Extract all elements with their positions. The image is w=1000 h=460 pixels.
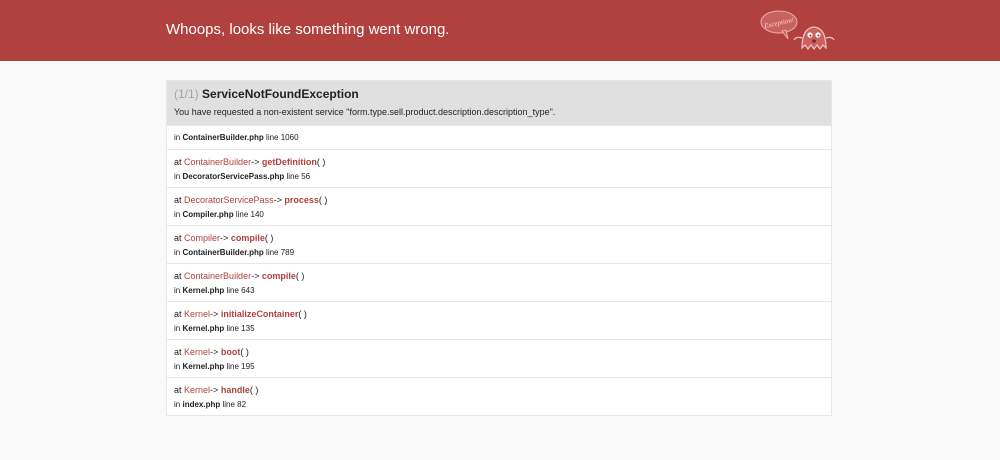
trace-file: ContainerBuilder.php [182,133,264,142]
trace-call: at ContainerBuilder-> compile( ) [174,271,305,281]
trace-line-number: 140 [250,210,264,219]
trace-call: at DecoratorServicePass-> process( ) [174,195,328,205]
error-header: Whoops, looks like something went wrong.… [0,0,1000,61]
trace-line-number: 56 [301,172,311,181]
page-title: Whoops, looks like something went wrong. [166,21,450,38]
exception-message: You have requested a non-existent servic… [174,107,556,117]
exception-name: ServiceNotFoundException [202,87,359,101]
trace-method: process [284,195,319,205]
trace-class: Kernel [184,309,211,319]
trace-file: index.php [182,400,221,409]
trace-call: at Kernel-> initializeContainer( ) [174,309,307,319]
trace-file-line: in ContainerBuilder.php line 1060 [174,133,299,142]
trace-method: handle [220,385,250,395]
trace-method: getDefinition [261,157,317,167]
trace-class: Kernel [184,385,211,395]
trace-call: at Kernel-> handle( ) [174,385,259,395]
trace-row: at Kernel-> boot( ) in Kernel.php line 1… [167,339,831,377]
trace-file-line: in Kernel.php line 195 [174,362,255,371]
trace-class: ContainerBuilder [184,271,252,281]
exception-summary: (1/1) ServiceNotFoundException You have … [167,81,831,125]
trace-file: DecoratorServicePass.php [182,172,285,181]
trace-file: Compiler.php [182,210,234,219]
trace-line-number: 82 [237,400,247,409]
trace-row: at DecoratorServicePass-> process( ) in … [167,187,831,225]
trace-line-number: 789 [280,248,295,257]
trace-call: at Compiler-> compile( ) [174,233,274,243]
trace-class: Compiler [184,233,221,243]
trace-method: initializeContainer [220,309,299,319]
trace-row: at Kernel-> handle( ) in index.php line … [167,377,831,415]
trace-file-line: in Kernel.php line 135 [174,324,255,333]
trace-class: Kernel [184,347,211,357]
trace-method: boot [220,347,241,357]
exception-count: (1/1) [174,87,199,101]
trace-row: at ContainerBuilder-> compile( ) in Kern… [167,263,831,301]
trace-file: Kernel.php [182,362,225,371]
trace-class: DecoratorServicePass [184,195,274,205]
exception-panel: (1/1) ServiceNotFoundException You have … [166,80,832,416]
trace-line-number: 135 [241,324,255,333]
trace-method: compile [230,233,265,243]
trace-method: compile [261,271,296,281]
exception-title: (1/1) ServiceNotFoundException [174,87,359,101]
trace-line-number: 1060 [280,133,299,142]
trace-file: ContainerBuilder.php [182,248,264,257]
trace-line-number: 195 [241,362,255,371]
trace-line-number: 643 [241,286,255,295]
trace-file-line: in Kernel.php line 643 [174,286,255,295]
trace-row: in ContainerBuilder.php line 1060 [167,125,831,149]
trace-file: Kernel.php [182,324,225,333]
trace-file-line: in Compiler.php line 140 [174,210,264,219]
trace-call: at Kernel-> boot( ) [174,347,249,357]
trace-call: at ContainerBuilder-> getDefinition( ) [174,157,326,167]
trace-class: ContainerBuilder [184,157,252,167]
trace-row: at Kernel-> initializeContainer( ) in Ke… [167,301,831,339]
trace-file-line: in ContainerBuilder.php line 789 [174,248,295,257]
trace-row: at ContainerBuilder-> getDefinition( ) i… [167,149,831,187]
trace-file-line: in DecoratorServicePass.php line 56 [174,172,311,181]
exception-ghost-logo-icon: Exception! [760,10,835,50]
trace-row: at Compiler-> compile( ) in ContainerBui… [167,225,831,263]
trace-file-line: in index.php line 82 [174,400,247,409]
trace-file: Kernel.php [182,286,225,295]
stack-trace: in ContainerBuilder.php line 1060 at Con… [167,125,831,415]
